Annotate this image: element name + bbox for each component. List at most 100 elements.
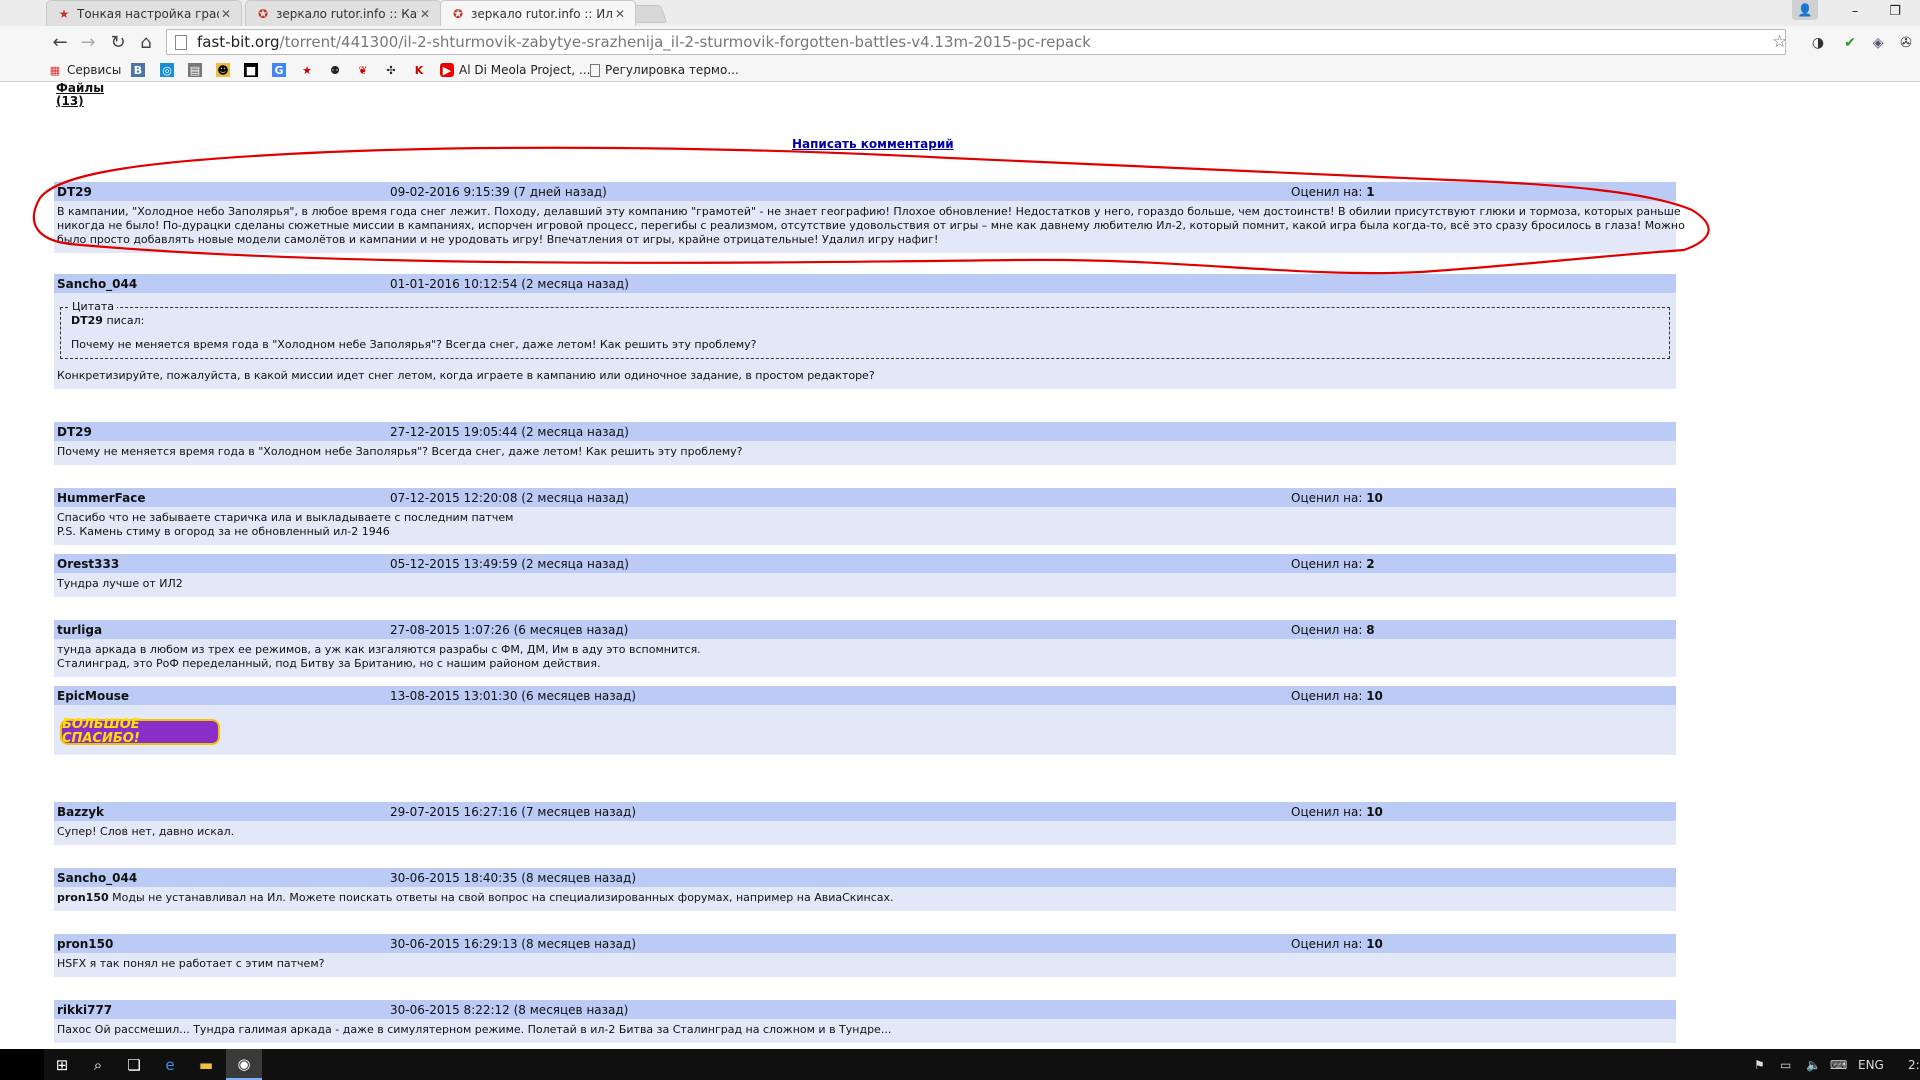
bookmark-item[interactable]: ■ [244, 61, 263, 79]
comment-author[interactable]: EpicMouse [57, 689, 129, 703]
bookmark-icon: ◎ [160, 63, 174, 77]
extension-icon[interactable]: ◑ [1808, 33, 1828, 53]
quote-text: Почему не меняется время года в "Холодно… [71, 338, 757, 351]
minimize-icon[interactable]: – [1835, 0, 1875, 22]
comment: turliga 27-08-2015 1:07:26 (6 месяцев наз… [54, 620, 1676, 677]
comment-body: Супер! Слов нет, давно искал. [54, 821, 1676, 845]
bookmark-translate[interactable]: G [272, 61, 291, 79]
bookmark-item[interactable]: ★ [300, 61, 319, 79]
comment-author[interactable]: pron150 [57, 937, 113, 951]
shield-icon[interactable]: ✔ [1840, 33, 1860, 53]
back-arrow-icon[interactable]: ← [48, 30, 72, 54]
files-count-link[interactable]: (13) [56, 94, 84, 108]
rating-label: Оценил на: [1291, 623, 1363, 637]
comment-rating: Оценил на: 10 [1291, 937, 1383, 951]
bookmark-label: Al Di Meola Project, ... [459, 63, 591, 77]
bookmark-item[interactable]: ☻ [216, 61, 235, 79]
bookmark-item[interactable]: ◎ [160, 61, 179, 79]
bookmark-item[interactable]: ✣ [384, 61, 403, 79]
tray-flag-icon[interactable]: ⚑ [1754, 1049, 1765, 1080]
comment-author[interactable]: HummerFace [57, 491, 146, 505]
language-indicator[interactable]: ENG [1858, 1049, 1884, 1080]
comment: EpicMouse 13-08-2015 13:01:30 (6 месяцев … [54, 686, 1676, 755]
home-icon[interactable]: ⌂ [134, 30, 158, 54]
vk-icon: B [131, 63, 145, 77]
comment-header: EpicMouse 13-08-2015 13:01:30 (6 месяцев … [54, 686, 1676, 705]
bookmark-page[interactable]: Регулировка термо... [590, 61, 739, 79]
cube-icon[interactable]: ◈ [1868, 33, 1888, 53]
rating-label: Оценил на: [1291, 491, 1363, 505]
quote-author: DT29 [71, 314, 103, 327]
address-bar[interactable]: fast-bit.org/torrent/441300/il-2-shturmo… [166, 29, 1786, 55]
bookmark-item[interactable]: ⚉ [328, 61, 347, 79]
file-explorer-icon[interactable]: ▬ [188, 1049, 224, 1080]
bookmark-star-icon[interactable]: ☆ [1772, 32, 1787, 52]
rating-value: 10 [1366, 689, 1383, 703]
tab-3-active[interactable]: ✪ зеркало rutor.info :: Ил-2 ✕ [440, 0, 636, 26]
comment-text: Почему не меняется время года в "Холодно… [57, 445, 743, 458]
comment-text: было просто добавлять новые модели самол… [57, 233, 939, 246]
edge-icon[interactable]: e [152, 1049, 188, 1080]
comment-text-line: Почему не меняется время года в "Холодно… [57, 445, 1673, 459]
chrome-taskbar-icon[interactable]: ◉ [226, 1049, 262, 1080]
tray-volume-icon[interactable]: 🔈 [1806, 1049, 1821, 1080]
rating-value: 10 [1366, 491, 1383, 505]
rutor-icon: ✪ [257, 6, 269, 21]
close-icon[interactable]: ✕ [219, 7, 233, 21]
tab-strip: ★ Тонкая настройка графи ✕ ✪ зеркало rut… [0, 0, 1920, 26]
rating-label: Оценил на: [1291, 557, 1363, 571]
comment-author[interactable]: DT29 [57, 425, 92, 439]
write-comment-link[interactable]: Написать комментарий [792, 137, 954, 151]
reply-to-user[interactable]: pron150 [57, 891, 109, 904]
bookmark-vk[interactable]: B [131, 61, 150, 79]
thanks-image: БОЛЬШОЕ СПАСИБО! [60, 718, 220, 746]
comment-text-line: никогда не было! По-дурацки сделаны сюже… [57, 219, 1685, 233]
search-icon[interactable]: ⌕ [80, 1049, 116, 1080]
tray-keyboard-icon[interactable]: ⌨ [1830, 1049, 1847, 1080]
tab-2[interactable]: ✪ зеркало rutor.info :: Кате ✕ [245, 0, 441, 26]
comment-body: Тундра лучше от ИЛ2 [54, 573, 1676, 597]
user-profile-icon[interactable]: 👤 [1792, 0, 1818, 20]
browser-window: ★ Тонкая настройка графи ✕ ✪ зеркало rut… [0, 0, 1920, 1080]
comment-author[interactable]: Sancho_044 [57, 277, 137, 291]
comment-date: 27-12-2015 19:05:44 (2 месяца назад) [390, 425, 629, 439]
comment-author[interactable]: Sancho_044 [57, 871, 137, 885]
reload-icon[interactable]: ↻ [106, 30, 130, 54]
restore-icon[interactable]: ❐ [1875, 0, 1915, 22]
comment-text-line: В кампании, "Холодное небо Заполярья", в… [57, 205, 1681, 219]
comment-header: pron150 30-06-2015 16:29:13 (8 месяцев на… [54, 934, 1676, 953]
comment-author[interactable]: rikki777 [57, 1003, 112, 1017]
tab-1[interactable]: ★ Тонкая настройка графи ✕ [46, 0, 242, 26]
forward-arrow-icon[interactable]: → [76, 30, 100, 54]
comment-rating: Оценил на: 8 [1291, 623, 1375, 637]
comment-body: pron150 Моды не устанавливал на Ил. Може… [54, 887, 1676, 911]
comment-body: Почему не меняется время года в "Холодно… [54, 441, 1676, 465]
page-icon [175, 34, 187, 50]
tray-network-icon[interactable]: ▭ [1780, 1049, 1791, 1080]
rating-label: Оценил на: [1291, 689, 1363, 703]
bookmark-services[interactable]: ▦ Сервисы [48, 61, 122, 79]
files-link[interactable]: Файлы [56, 82, 104, 94]
comment-author[interactable]: Bazzyk [57, 805, 104, 819]
comment-text-line: pron150 Моды не устанавливал на Ил. Може… [57, 891, 1673, 905]
bookmark-youtube[interactable]: ▶ Al Di Meola Project, ... [440, 61, 590, 79]
windows-start-icon[interactable]: ⊞ [44, 1049, 80, 1080]
close-icon[interactable]: ✕ [613, 7, 627, 21]
browser-toolbar: ← → ↻ ⌂ fast-bit.org/torrent/441300/il-2… [0, 26, 1920, 58]
comment-text: Конкретизируйте, пожалуйста, в какой мис… [57, 369, 875, 382]
bookmark-item[interactable]: ▤ [188, 61, 207, 79]
clock[interactable]: 2: [1908, 1049, 1920, 1080]
comment-author[interactable]: turliga [57, 623, 102, 637]
bookmark-label: Сервисы [67, 63, 122, 77]
tab-title: зеркало rutor.info :: Кате [276, 6, 418, 21]
task-view-icon[interactable]: ❏ [116, 1049, 152, 1080]
bookmark-item[interactable]: K [412, 61, 431, 79]
bookmark-item[interactable]: ❦ [356, 61, 375, 79]
comment-text: Пахос Ой рассмешил... Тундра галимая арк… [57, 1023, 892, 1036]
close-icon[interactable]: ✕ [418, 7, 432, 21]
comment-author[interactable]: DT29 [57, 185, 92, 199]
comment-author[interactable]: Orest333 [57, 557, 119, 571]
comment-text: HSFX я так понял не работает с этим патч… [57, 957, 325, 970]
comment-text-line: Супер! Слов нет, давно искал. [57, 825, 1673, 839]
extension-icon[interactable]: ✇ [1896, 33, 1916, 53]
